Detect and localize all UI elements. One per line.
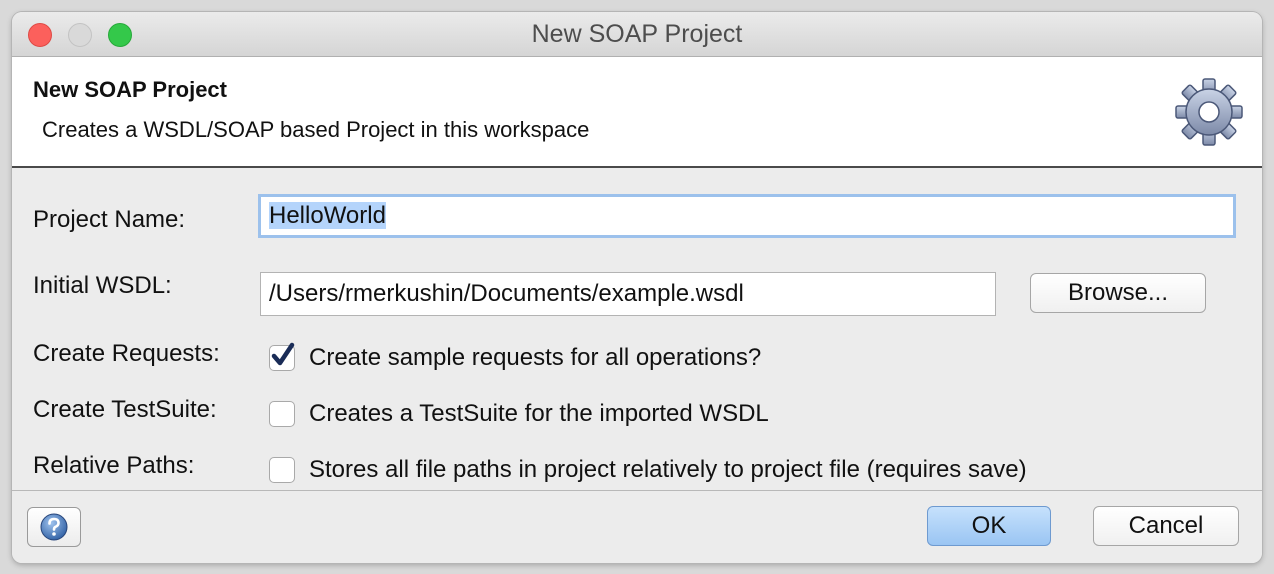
ok-button[interactable]: OK <box>927 506 1051 546</box>
checkmark-icon <box>271 342 295 366</box>
window-title: New SOAP Project <box>531 20 743 48</box>
cancel-button[interactable]: Cancel <box>1093 506 1239 546</box>
project-name-label: Project Name: <box>33 206 186 233</box>
initial-wsdl-label: Initial WSDL: <box>33 272 172 299</box>
browse-button[interactable]: Browse... <box>1030 273 1206 313</box>
create-requests-label: Create Requests: <box>33 340 220 367</box>
project-name-input[interactable]: HelloWorld <box>258 194 1236 238</box>
project-name-value: HelloWorld <box>269 202 386 229</box>
create-requests-checkbox[interactable] <box>269 342 295 371</box>
relative-paths-label: Relative Paths: <box>33 452 195 479</box>
dialog-header: New SOAP Project Creates a WSDL/SOAP bas… <box>12 57 1262 168</box>
dialog-footer: OK Cancel <box>12 490 1262 563</box>
help-button[interactable] <box>27 507 81 547</box>
initial-wsdl-value: /Users/rmerkushin/Documents/example.wsdl <box>269 280 744 307</box>
help-icon <box>40 513 68 541</box>
dialog-window: New SOAP Project New SOAP Project Create… <box>12 12 1262 563</box>
project-form: Project Name: HelloWorld Initial WSDL: /… <box>12 168 1262 490</box>
header-title: New SOAP Project <box>33 77 227 102</box>
gear-icon <box>1175 78 1243 146</box>
create-requests-option-label: Create sample requests for all operation… <box>309 344 762 371</box>
create-testsuite-option-label: Creates a TestSuite for the imported WSD… <box>309 400 769 427</box>
create-testsuite-checkbox[interactable] <box>269 401 295 427</box>
header-description: Creates a WSDL/SOAP based Project in thi… <box>42 117 590 142</box>
create-testsuite-label: Create TestSuite: <box>33 396 217 423</box>
initial-wsdl-input[interactable]: /Users/rmerkushin/Documents/example.wsdl <box>260 272 996 316</box>
relative-paths-checkbox[interactable] <box>269 457 295 483</box>
relative-paths-option-label: Stores all file paths in project relativ… <box>309 456 1027 483</box>
title-bar[interactable]: New SOAP Project <box>12 12 1262 57</box>
